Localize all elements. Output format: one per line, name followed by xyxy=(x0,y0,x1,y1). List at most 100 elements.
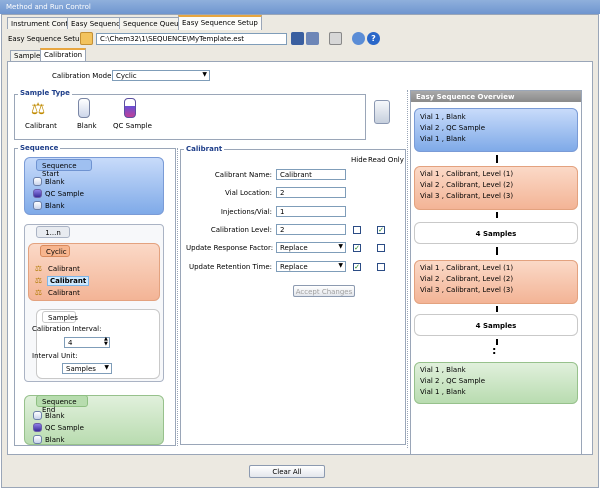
chevron-down-icon: ▼ xyxy=(338,262,343,269)
vial-qc-icon[interactable] xyxy=(124,98,136,118)
overview-row: Vial 1 , Calibrant, Level (1) xyxy=(420,170,514,178)
connector-line xyxy=(496,306,498,312)
calibration-mode-select[interactable]: Cyclic ▼ xyxy=(112,70,210,81)
sample-type-calibrant-label: Calibrant xyxy=(25,122,57,130)
overview-row: Vial 2 , Calibrant, Level (2) xyxy=(420,275,514,283)
cyclic-row[interactable]: Calibrant xyxy=(48,265,80,273)
overview-title: Easy Sequence Overview xyxy=(411,91,581,102)
scale-icon[interactable]: ⚖ xyxy=(28,101,48,117)
overview-row: Vial 2 , QC Sample xyxy=(420,377,486,385)
readonly-column-label: Read Only xyxy=(368,156,404,164)
overview-row: Vial 2 , QC Sample xyxy=(420,124,486,132)
scale-icon: ⚖ xyxy=(34,288,43,297)
sequence-start-header: Sequence Start xyxy=(36,159,92,178)
recycle-bin-icon[interactable] xyxy=(374,100,390,124)
calibrant-title: Calibrant xyxy=(184,145,225,153)
cyclic-row[interactable]: Calibrant xyxy=(48,289,80,297)
update-response-factor-select[interactable]: Replace ▼ xyxy=(276,242,346,253)
overview-row: Vial 1 , Calibrant, Level (1) xyxy=(420,264,514,272)
urf-hide-checkbox[interactable]: ✓ xyxy=(353,244,361,252)
update-response-factor-label: Update Response Factor: xyxy=(186,244,274,252)
calibration-level-label: Calibration Level: xyxy=(210,226,272,234)
settings-icon[interactable] xyxy=(352,32,365,45)
connector-line xyxy=(496,247,498,255)
sample-type-blank-label: Blank xyxy=(77,122,97,130)
cyclic-row-selected[interactable]: Calibrant xyxy=(47,276,90,286)
overview-row: Vial 1 , Blank xyxy=(420,366,466,374)
update-retention-time-select[interactable]: Replace ▼ xyxy=(276,261,346,272)
overview-row: Vial 2 , Calibrant, Level (2) xyxy=(420,181,514,189)
update-retention-time-label: Update Retention Time: xyxy=(188,263,272,271)
loop-label[interactable]: 1...n xyxy=(36,226,70,238)
urt-hide-checkbox[interactable]: ✓ xyxy=(353,263,361,271)
interval-unit-value: Samples xyxy=(66,365,96,373)
calibrant-name-input[interactable]: Calibrant xyxy=(276,169,346,180)
open-folder-icon[interactable] xyxy=(80,32,93,45)
overview-row: Vial 1 , Blank xyxy=(420,135,466,143)
vial-blank-icon[interactable] xyxy=(78,98,90,118)
sample-type-title: Sample Type xyxy=(18,89,72,97)
calibration-level-input[interactable]: 2 xyxy=(276,224,346,235)
accept-changes-button[interactable]: Accept Changes xyxy=(293,285,355,297)
vial-location-input[interactable]: 2 xyxy=(276,187,346,198)
connector-line xyxy=(496,212,498,218)
overview-row: Vial 1 , Blank xyxy=(420,388,466,396)
tab-easy-sequence-setup[interactable]: Easy Sequence Setup xyxy=(178,15,262,30)
toolbar-label: Easy Sequence Setup xyxy=(8,35,84,43)
clear-all-button[interactable]: Clear All xyxy=(249,465,325,478)
calibrant-name-label: Calibrant Name: xyxy=(214,171,272,179)
spinner-icon[interactable]: ▲ ▼ xyxy=(104,337,108,347)
overview-row: Vial 3 , Calibrant, Level (3) xyxy=(420,286,514,294)
overview-continuation: : xyxy=(492,344,497,357)
sequence-end-row[interactable]: Blank xyxy=(45,412,65,420)
save-icon[interactable] xyxy=(291,32,304,45)
vial-blank-icon xyxy=(33,177,42,186)
vial-blank-icon xyxy=(33,201,42,210)
save-as-icon[interactable] xyxy=(306,32,319,45)
sample-type-qc-label: QC Sample xyxy=(113,122,152,130)
panel-splitter[interactable] xyxy=(177,148,178,446)
chevron-down-icon: ▼ xyxy=(202,71,207,78)
subtab-calibration[interactable]: Calibration xyxy=(40,48,87,61)
vial-location-label: Vial Location: xyxy=(224,189,272,197)
vial-qc-icon xyxy=(33,189,42,198)
overview-row: Vial 3 , Calibrant, Level (3) xyxy=(420,192,514,200)
urf-readonly-checkbox[interactable] xyxy=(377,244,385,252)
connector-line xyxy=(496,155,498,163)
vial-qc-icon xyxy=(33,423,42,432)
interval-unit-select[interactable]: Samples ▼ xyxy=(62,363,112,374)
calibration-mode-label: Calibration Mode: xyxy=(52,72,114,80)
sequence-end-row[interactable]: Blank xyxy=(45,436,65,444)
overview-samples-block[interactable]: 4 Samples xyxy=(414,222,578,244)
tab-label: Sequence Queue xyxy=(123,20,183,28)
sequence-start-row[interactable]: QC Sample xyxy=(45,190,84,198)
calibration-interval-label: Calibration Interval: xyxy=(32,325,102,333)
level-hide-checkbox[interactable] xyxy=(353,226,361,234)
injections-per-vial-input[interactable]: 1 xyxy=(276,206,346,217)
sequence-end-header: Sequence End xyxy=(36,395,88,414)
print-icon[interactable] xyxy=(329,32,342,45)
urt-readonly-checkbox[interactable] xyxy=(377,263,385,271)
panel-splitter[interactable] xyxy=(407,90,408,448)
overview-samples-block[interactable]: 4 Samples xyxy=(414,314,578,336)
chevron-down-icon: ▼ xyxy=(104,364,109,371)
sequence-start-row[interactable]: Blank xyxy=(45,178,65,186)
sequence-title: Sequence xyxy=(18,144,61,152)
scale-icon: ⚖ xyxy=(34,276,43,285)
tab-label: Easy Sequence xyxy=(71,20,125,28)
overview-row: Vial 1 , Blank xyxy=(420,113,466,121)
tab-sequence-queue[interactable]: Sequence Queue xyxy=(119,17,187,29)
scale-icon: ⚖ xyxy=(34,264,43,273)
subtab-label: Calibration xyxy=(44,51,83,59)
samples-header: Samples xyxy=(42,311,78,323)
update-response-factor-value: Replace xyxy=(280,244,308,252)
template-path-input[interactable]: C:\Chem32\1\SEQUENCE\MyTemplate.est xyxy=(96,33,287,45)
sample-type-group xyxy=(14,94,366,140)
sequence-end-row[interactable]: QC Sample xyxy=(45,424,84,432)
sequence-start-row[interactable]: Blank xyxy=(45,202,65,210)
vial-blank-icon xyxy=(33,411,42,420)
window-title: Method and Run Control xyxy=(6,3,91,11)
help-icon[interactable]: ? xyxy=(367,32,380,45)
level-readonly-checkbox[interactable]: ✓ xyxy=(377,226,385,234)
cyclic-header: Cyclic xyxy=(40,245,70,257)
